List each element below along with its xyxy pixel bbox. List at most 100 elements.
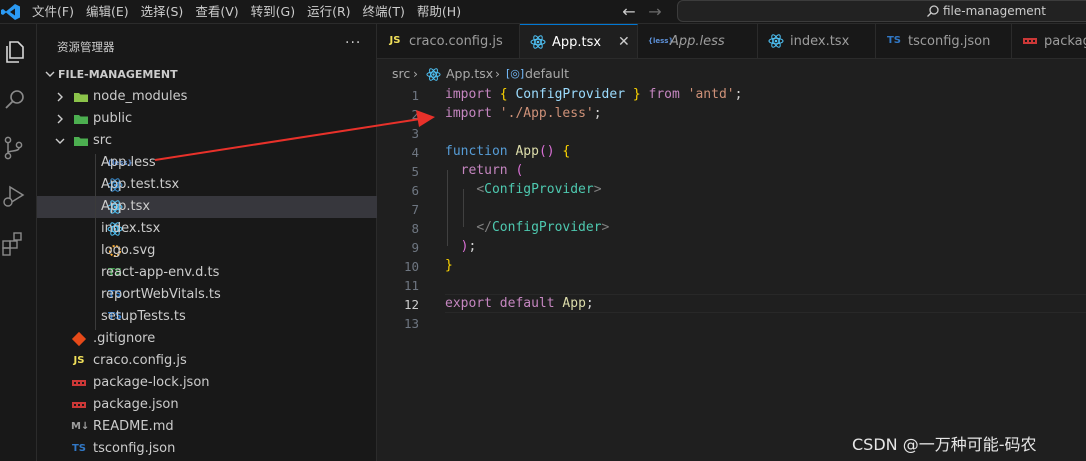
tsconfig-file-icon: TS: [886, 35, 902, 46]
code-line-4: function App() {: [445, 144, 571, 159]
tree-item-label: src: [93, 133, 112, 148]
code-line-5: return (: [460, 163, 524, 178]
line-number: 12: [403, 297, 419, 312]
tree-file-package-lock-json[interactable]: package-lock.json: [37, 372, 377, 394]
command-center-text: file-management: [943, 4, 1046, 18]
search-icon: [927, 5, 939, 17]
menu-edit[interactable]: 编辑(E): [86, 0, 129, 24]
run-debug-icon[interactable]: [0, 182, 28, 210]
line-number: 7: [411, 202, 419, 217]
tree-item-label: setupTests.ts: [101, 309, 186, 324]
menu-file[interactable]: 文件(F): [32, 0, 74, 24]
line-number: 9: [411, 240, 419, 255]
line-number: 4: [411, 145, 419, 160]
tab-label: craco.config.js: [409, 34, 503, 49]
activity-bar: [0, 24, 37, 461]
line-number: 2: [411, 107, 419, 122]
search-view-icon[interactable]: [2, 86, 30, 114]
close-icon[interactable]: ✕: [618, 34, 630, 50]
tab-app-tsx[interactable]: App.tsx ✕: [520, 24, 638, 58]
menu-help[interactable]: 帮助(H): [417, 0, 461, 24]
line-number: 11: [403, 278, 419, 293]
tree-item-label: .gitignore: [93, 331, 156, 346]
back-arrow-icon[interactable]: ←: [620, 2, 638, 22]
explorer-sidebar: 资源管理器 ··· FILE-MANAGEMENT node_modulespu…: [37, 24, 377, 461]
menu-terminal[interactable]: 终端(T): [363, 0, 405, 24]
tree-file-react-app-env-d-ts[interactable]: TS react-app-env.d.ts: [37, 262, 377, 284]
tree-file-readme-md[interactable]: M↓ README.md: [37, 416, 377, 438]
tab-tsconfig[interactable]: TS tsconfig.json: [876, 24, 1012, 58]
line-number: 5: [411, 164, 419, 179]
symbol-variable-icon: [◎]: [506, 67, 525, 80]
tab-label: App.tsx: [552, 35, 602, 50]
more-actions-icon[interactable]: ···: [345, 35, 361, 51]
tree-file-app-test-tsx[interactable]: App.test.tsx: [37, 174, 377, 196]
command-center-search[interactable]: file-management: [677, 0, 1086, 22]
react-file-icon: [426, 68, 441, 81]
tab-index-tsx[interactable]: index.tsx: [758, 24, 876, 58]
js-file-icon: JS: [389, 35, 401, 46]
tree-item-label: package-lock.json: [93, 375, 210, 390]
explorer-icon[interactable]: [2, 38, 30, 66]
tab-label: package.json: [1044, 34, 1086, 49]
tree-file-craco-config-js[interactable]: JS craco.config.js: [37, 350, 377, 372]
tsconfig-file-icon: TS: [71, 443, 87, 454]
menu-run[interactable]: 运行(R): [307, 0, 350, 24]
tree-item-label: tsconfig.json: [93, 441, 176, 456]
tree-file-app-less[interactable]: {less} App.less: [37, 152, 377, 174]
tree-file-setuptests-ts[interactable]: TS setupTests.ts: [37, 306, 377, 328]
code-line-10: }: [445, 258, 453, 273]
code-editor[interactable]: 1 2 3 4 5 6 7 8 9 10 11 12 13 import { ConfigProvide…: [377, 85, 1086, 461]
tree-file-reportwebvitals-ts[interactable]: TS reportWebVitals.ts: [37, 284, 377, 306]
tree-folder-node-modules[interactable]: node_modules: [37, 86, 377, 108]
tree-item-label: README.md: [93, 419, 174, 434]
tree-folder-public[interactable]: public: [37, 108, 377, 130]
extensions-icon[interactable]: [0, 230, 28, 258]
code-line-1: import { ConfigProvider } from 'antd';: [445, 87, 743, 102]
tree-file--gitignore[interactable]: .gitignore: [37, 328, 377, 350]
code-line-8: </ConfigProvider>: [476, 220, 610, 235]
line-number: 3: [411, 126, 419, 141]
git-file-icon: [71, 331, 87, 347]
source-control-icon[interactable]: [0, 134, 28, 162]
tab-package-json[interactable]: package.json: [1012, 24, 1086, 58]
tree-file-logo-svg[interactable]: logo.svg: [37, 240, 377, 262]
tree-item-label: index.tsx: [101, 221, 161, 236]
chevron-down-icon: [55, 138, 65, 144]
tree-item-label: reportWebVitals.ts: [101, 287, 221, 302]
npm-file-icon: [71, 375, 87, 391]
forward-arrow-icon[interactable]: →: [646, 2, 664, 22]
line-number: 8: [411, 221, 419, 236]
tree-file-tsconfig-json[interactable]: TS tsconfig.json: [37, 438, 377, 460]
tab-craco-config[interactable]: JS craco.config.js: [377, 24, 520, 58]
breadcrumb-file[interactable]: App.tsx: [446, 66, 493, 81]
line-number: 6: [411, 183, 419, 198]
tab-app-less[interactable]: {less} App.less: [638, 24, 758, 58]
explorer-title: 资源管理器: [57, 40, 115, 54]
chevron-right-icon: ›: [413, 66, 418, 81]
folder-public-icon: [73, 111, 89, 127]
code-line-6: <ConfigProvider>: [476, 182, 602, 197]
breadcrumb-folder[interactable]: src: [392, 66, 410, 81]
line-number: 10: [403, 259, 419, 274]
menu-go[interactable]: 转到(G): [251, 0, 295, 24]
tab-label: App.less: [670, 34, 725, 49]
chevron-right-icon: [57, 92, 63, 102]
tree-file-app-tsx[interactable]: App.tsx: [37, 196, 377, 218]
breadcrumb-symbol[interactable]: default: [525, 66, 569, 81]
chevron-right-icon: ›: [495, 66, 500, 81]
tree-file-index-tsx[interactable]: index.tsx: [37, 218, 377, 240]
tree-item-label: public: [93, 111, 133, 126]
menu-selection[interactable]: 选择(S): [141, 0, 184, 24]
vscode-logo-icon[interactable]: [0, 0, 22, 24]
menu-view[interactable]: 查看(V): [195, 0, 238, 24]
folder-src-icon: [73, 133, 89, 149]
tree-item-label: App.less: [101, 155, 156, 170]
workspace-root[interactable]: FILE-MANAGEMENT: [37, 64, 377, 86]
tree-item-label: App.test.tsx: [101, 177, 180, 192]
tree-folder-src[interactable]: src: [37, 130, 377, 152]
tree-file-package-json[interactable]: package.json: [37, 394, 377, 416]
npm-file-icon: [1023, 38, 1037, 44]
title-bar: 文件(F) 编辑(E) 选择(S) 查看(V) 转到(G) 运行(R) 终端(T…: [0, 0, 1086, 24]
tree-item-label: logo.svg: [101, 243, 156, 258]
